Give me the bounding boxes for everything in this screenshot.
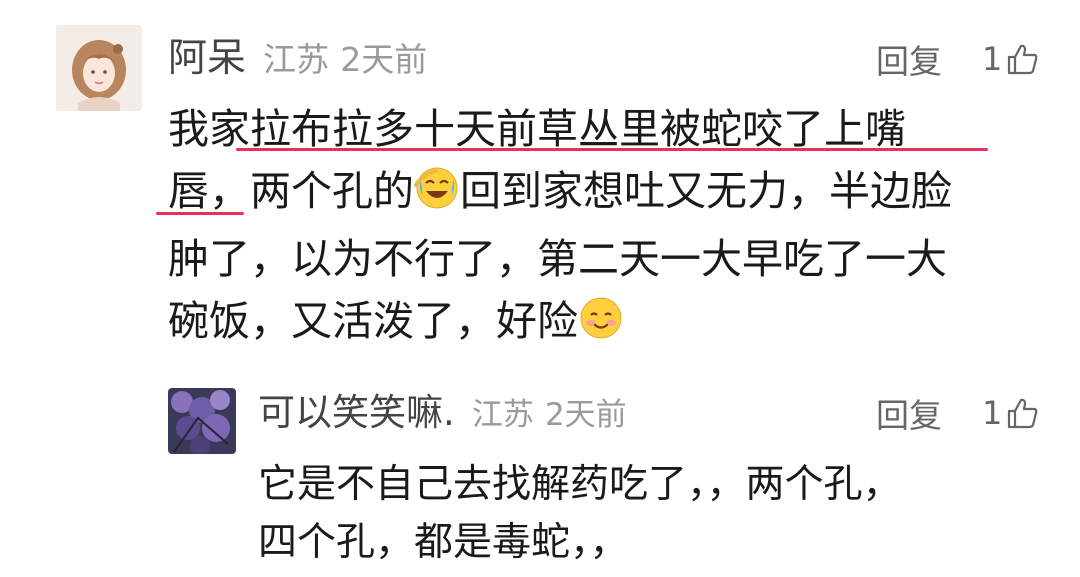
location-label: 江苏: [263, 40, 330, 79]
comment-line: 碗饭，又活泼了，好险: [168, 290, 1058, 358]
smiling-blushing-emoji: [578, 295, 624, 358]
comment-meta: 阿呆 江苏 2天前: [168, 32, 427, 86]
reply-button[interactable]: 回复: [876, 35, 942, 83]
face-crying-laughing-emoji: [414, 165, 460, 228]
comment-line: 四个孔，都是毒蛇，，: [258, 520, 629, 565]
comment-text: 我家拉布拉多十天前草丛里被蛇咬了上嘴 唇，两个孔的 回到家想吐又无力，半边脸 肿…: [168, 98, 1058, 358]
comment-line: 肿了，以为不行了，第二天一大早吃了一大: [168, 235, 947, 283]
reply-button[interactable]: 回复: [876, 389, 942, 437]
avatar[interactable]: [56, 25, 142, 111]
timestamp: 2天前: [544, 397, 627, 433]
thumbs-up-icon: [1006, 42, 1040, 76]
like-button[interactable]: 1: [982, 40, 1040, 78]
comment-meta: 可以笑笑嘛. 江苏 2天前: [258, 388, 627, 438]
like-count: 1: [982, 394, 1003, 432]
like-count: 1: [982, 40, 1003, 78]
timestamp: 2天前: [340, 40, 428, 79]
location-label: 江苏: [471, 397, 534, 433]
comment-line: 唇，两个孔的 回到家想吐又无力，半边脸: [168, 160, 1058, 228]
username[interactable]: 可以笑笑嘛.: [258, 391, 455, 434]
thumbs-up-icon: [1006, 396, 1040, 430]
like-button[interactable]: 1: [982, 394, 1040, 432]
avatar[interactable]: [168, 388, 236, 454]
comment-line: 它是不自己去找解药吃了，，两个孔，: [258, 462, 902, 507]
comment-actions: 回复 1: [876, 388, 1040, 438]
username[interactable]: 阿呆: [168, 36, 246, 81]
comment-actions: 回复 1: [876, 34, 1040, 84]
comment-text: 它是不自己去找解药吃了，，两个孔， 四个孔，都是毒蛇，，: [258, 456, 1058, 572]
highlight-underline: [156, 212, 244, 215]
highlight-underline: [236, 148, 988, 151]
